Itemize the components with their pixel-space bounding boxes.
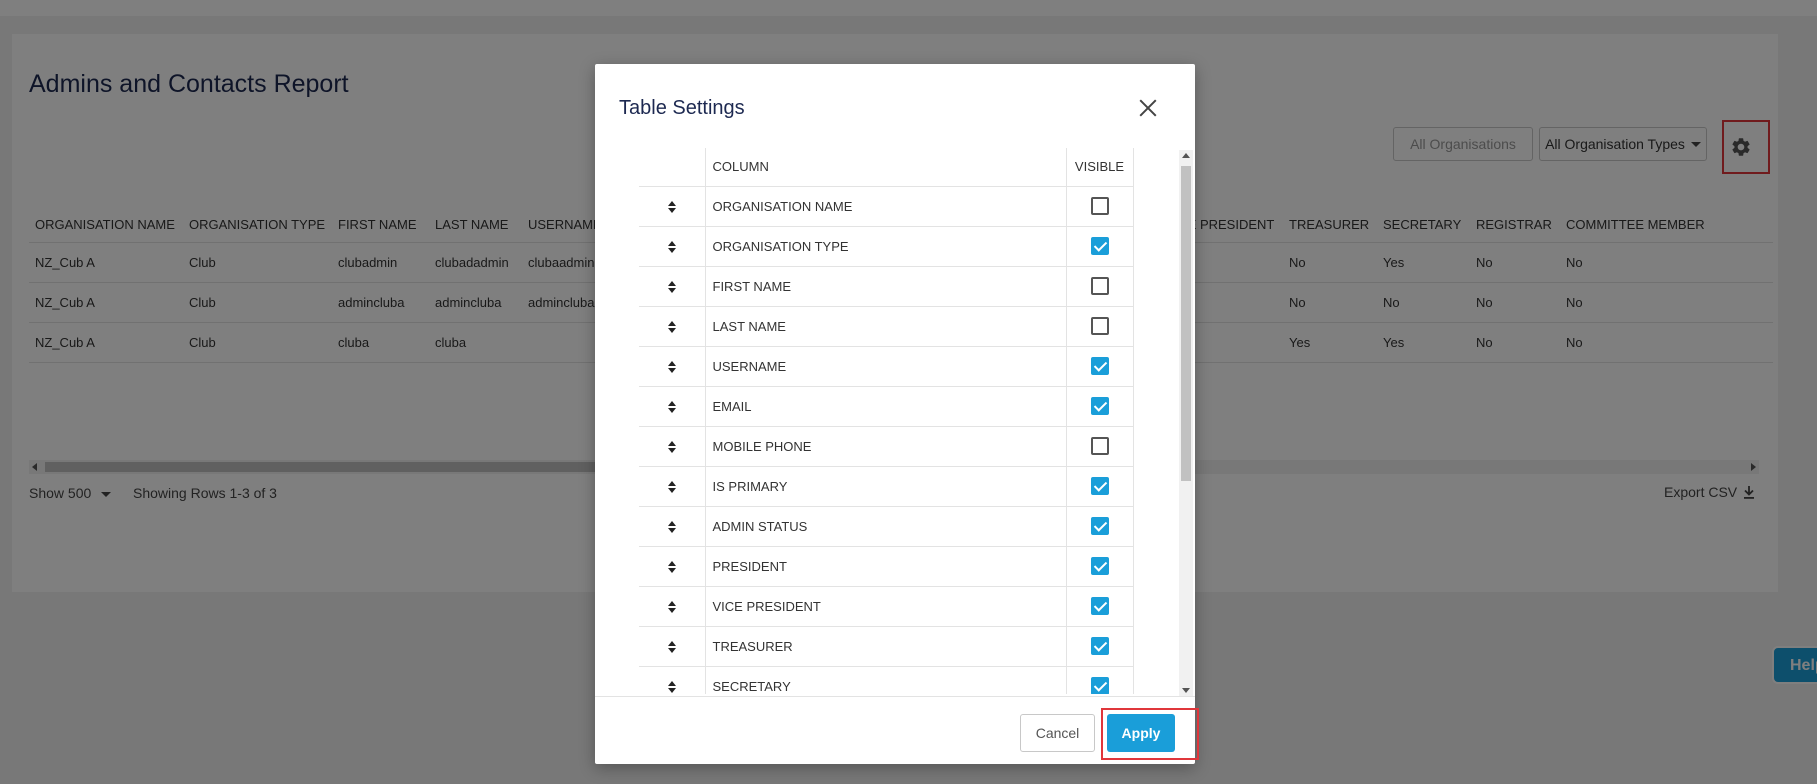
drag-handle[interactable]	[639, 506, 706, 547]
drag-handle[interactable]	[639, 386, 706, 427]
visible-checkbox[interactable]	[1090, 517, 1109, 535]
settings-row: MOBILE PHONE	[639, 426, 1134, 467]
drag-handle[interactable]	[639, 466, 706, 507]
drag-handle[interactable]	[639, 186, 706, 227]
column-name-label: IS PRIMARY	[705, 466, 1067, 507]
settings-rows: ORGANISATION NAME ORGANISATION TYPE FIRST …	[639, 186, 1134, 694]
drag-handle[interactable]	[639, 266, 706, 307]
column-name-label: LAST NAME	[705, 306, 1067, 347]
column-name-label: ORGANISATION NAME	[705, 186, 1067, 227]
visible-checkbox[interactable]	[1090, 597, 1109, 615]
sort-arrows-icon	[667, 601, 676, 614]
column-name-label: SECRETARY	[705, 666, 1067, 694]
sort-arrows-icon	[667, 561, 676, 574]
column-header-label: COLUMN	[705, 148, 1067, 187]
apply-highlight-box	[1101, 708, 1199, 760]
visible-cell	[1066, 626, 1134, 667]
drag-handle[interactable]	[639, 346, 706, 387]
sort-arrows-icon	[667, 641, 676, 654]
settings-row: ORGANISATION NAME	[639, 186, 1134, 227]
settings-row: VICE PRESIDENT	[639, 586, 1134, 627]
visible-cell	[1066, 306, 1134, 347]
modal-title: Table Settings	[619, 97, 745, 119]
scroll-up-icon[interactable]	[1182, 153, 1190, 158]
column-name-label: USERNAME	[705, 346, 1067, 387]
visible-checkbox[interactable]	[1090, 477, 1109, 495]
visible-cell	[1066, 506, 1134, 547]
drag-handle[interactable]	[639, 586, 706, 627]
visible-checkbox[interactable]	[1090, 437, 1109, 455]
sort-arrows-icon	[667, 361, 676, 374]
visible-cell	[1066, 666, 1134, 694]
visible-header-label: VISIBLE	[1066, 148, 1134, 187]
drag-handle[interactable]	[639, 226, 706, 267]
sort-arrows-icon	[667, 281, 676, 294]
drag-handle[interactable]	[639, 426, 706, 467]
settings-row: SECRETARY	[639, 666, 1134, 694]
sort-column-header	[639, 148, 706, 187]
settings-list: COLUMN VISIBLE ORGANISATION NAME ORGANISA…	[639, 148, 1177, 694]
visible-cell	[1066, 546, 1134, 587]
visible-checkbox[interactable]	[1090, 357, 1109, 375]
settings-row: EMAIL	[639, 386, 1134, 427]
settings-row: PRESIDENT	[639, 546, 1134, 587]
visible-checkbox[interactable]	[1090, 237, 1109, 255]
cancel-button[interactable]: Cancel	[1020, 714, 1095, 752]
column-name-label: ORGANISATION TYPE	[705, 226, 1067, 267]
scroll-down-icon[interactable]	[1182, 688, 1190, 693]
drag-handle[interactable]	[639, 546, 706, 587]
sort-arrows-icon	[667, 321, 676, 334]
visible-checkbox[interactable]	[1090, 637, 1109, 655]
settings-row: TREASURER	[639, 626, 1134, 667]
sort-arrows-icon	[667, 681, 676, 694]
sort-arrows-icon	[667, 481, 676, 494]
visible-cell	[1066, 386, 1134, 427]
settings-header-row: COLUMN VISIBLE	[639, 148, 1134, 187]
sort-arrows-icon	[667, 401, 676, 414]
visible-checkbox[interactable]	[1090, 557, 1109, 575]
visible-cell	[1066, 586, 1134, 627]
settings-table: COLUMN VISIBLE ORGANISATION NAME ORGANISA…	[639, 148, 1134, 694]
column-name-label: ADMIN STATUS	[705, 506, 1067, 547]
column-name-label: VICE PRESIDENT	[705, 586, 1067, 627]
column-name-label: MOBILE PHONE	[705, 426, 1067, 467]
settings-row: ORGANISATION TYPE	[639, 226, 1134, 267]
visible-checkbox[interactable]	[1090, 197, 1109, 215]
column-name-label: FIRST NAME	[705, 266, 1067, 307]
visible-cell	[1066, 346, 1134, 387]
column-name-label: TREASURER	[705, 626, 1067, 667]
close-icon[interactable]	[1136, 96, 1160, 120]
visible-cell	[1066, 466, 1134, 507]
visible-cell	[1066, 226, 1134, 267]
sort-arrows-icon	[667, 521, 676, 534]
visible-cell	[1066, 426, 1134, 467]
visible-cell	[1066, 266, 1134, 307]
table-settings-modal: Table Settings COLUMN VISIBLE ORGANISATI…	[595, 64, 1195, 764]
column-name-label: EMAIL	[705, 386, 1067, 427]
visible-checkbox[interactable]	[1090, 317, 1109, 335]
visible-checkbox[interactable]	[1090, 277, 1109, 295]
drag-handle[interactable]	[639, 666, 706, 694]
drag-handle[interactable]	[639, 306, 706, 347]
visible-cell	[1066, 186, 1134, 227]
column-name-label: PRESIDENT	[705, 546, 1067, 587]
vertical-scroll-thumb[interactable]	[1181, 166, 1191, 481]
settings-row: USERNAME	[639, 346, 1134, 387]
visible-checkbox[interactable]	[1090, 397, 1109, 415]
settings-row: LAST NAME	[639, 306, 1134, 347]
settings-row: IS PRIMARY	[639, 466, 1134, 507]
drag-handle[interactable]	[639, 626, 706, 667]
sort-arrows-icon	[667, 201, 676, 214]
sort-arrows-icon	[667, 441, 676, 454]
vertical-scrollbar[interactable]	[1179, 150, 1193, 696]
sort-arrows-icon	[667, 241, 676, 254]
visible-checkbox[interactable]	[1090, 677, 1109, 694]
settings-row: ADMIN STATUS	[639, 506, 1134, 547]
settings-row: FIRST NAME	[639, 266, 1134, 307]
